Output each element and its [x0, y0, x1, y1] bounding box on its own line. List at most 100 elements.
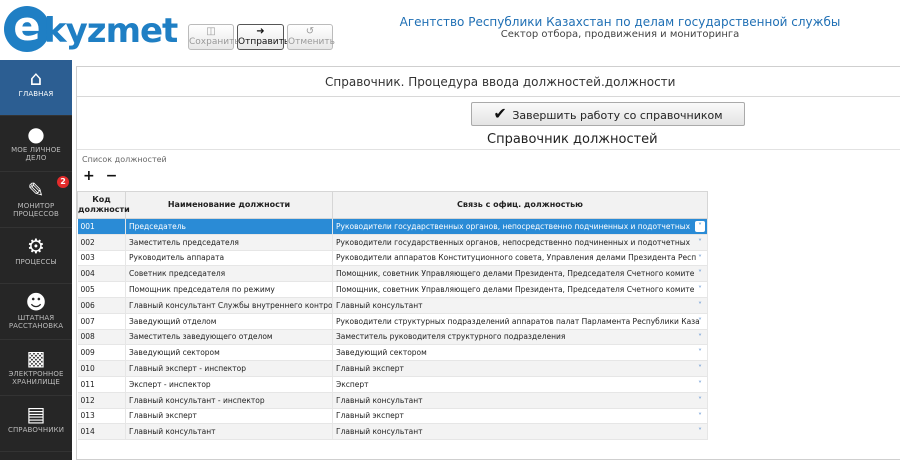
table-row[interactable]: 009 Заведующий сектором Заведующий секторо… — [77, 344, 708, 362]
chevron-down-icon[interactable]: ˅ — [695, 379, 705, 390]
sidebar-item-processes[interactable]: ⚙ ПРОЦЕССЫ — [0, 228, 72, 284]
cell-code[interactable]: 001 — [77, 218, 126, 235]
table-row[interactable]: 011 Эксперт - инспектор Эксперт ˅ — [77, 376, 708, 393]
cell-name[interactable]: Эксперт - инспектор — [125, 376, 333, 393]
cell-name[interactable]: Главный консультант — [125, 423, 333, 441]
cell-code[interactable]: 009 — [77, 344, 126, 362]
cell-assoc[interactable]: Главный консультант ˅ — [332, 423, 708, 441]
table-row[interactable]: 008 Заместитель заведующего отделом Замест… — [77, 329, 708, 346]
cell-name[interactable]: Главный консультант - инспектор — [125, 392, 333, 409]
sidebar-item-label: СПРАВОЧНИКИ — [7, 426, 65, 434]
cell-name[interactable]: Заведующий сектором — [125, 344, 333, 362]
cell-assoc[interactable]: Помощник, советник Управляющего делами П… — [332, 265, 708, 283]
table-row[interactable]: 014 Главный консультант Главный консультан… — [77, 423, 708, 441]
table-row[interactable]: 007 Заведующий отделом Руководители структ… — [77, 313, 708, 330]
kyzmet-logo: e kyzmet — [4, 2, 178, 58]
sidebar-item-my-file[interactable]: ● МОЕ ЛИЧНОЕ ДЕЛО — [0, 116, 72, 172]
save-button[interactable]: ◫ Сохранить — [188, 24, 240, 50]
table-row[interactable]: 006 Главный консультант Службы внутреннег… — [77, 297, 708, 314]
cell-assoc[interactable]: Главный консультант ˅ — [332, 297, 708, 314]
table-row[interactable]: 001 Председатель Руководители государствен… — [77, 218, 708, 235]
cell-assoc[interactable]: Руководители аппаратов Конституционного … — [332, 250, 708, 267]
sidebar-item-label: ШТАТНАЯ РАССТАНОВКА — [8, 314, 64, 330]
cell-code[interactable]: 012 — [77, 392, 126, 409]
finish-directory-button[interactable]: ✔ Завершить работу со справочником — [471, 102, 745, 126]
table-row[interactable]: 010 Главный эксперт - инспектор Главный эк… — [77, 360, 708, 377]
cell-name[interactable]: Главный эксперт - инспектор — [125, 360, 333, 377]
table-row[interactable]: 012 Главный консультант - инспектор Главны… — [77, 392, 708, 409]
cell-name[interactable]: Председатель — [125, 218, 333, 235]
cell-code[interactable]: 008 — [77, 329, 126, 346]
chevron-down-icon[interactable]: ˅ — [695, 253, 705, 264]
top-bar: e kyzmet ◫ Сохранить ➜ Отправить ↺ Отмен… — [0, 0, 900, 60]
chevron-down-icon[interactable]: ˅ — [695, 411, 705, 422]
chevron-down-icon[interactable]: ˅ — [695, 221, 705, 232]
cell-assoc[interactable]: Главный эксперт ˅ — [332, 360, 708, 377]
cell-assoc-text: Эксперт — [336, 379, 369, 389]
chevron-down-icon[interactable]: ˅ — [695, 363, 705, 374]
cell-name[interactable]: Советник председателя — [125, 265, 333, 283]
cell-code[interactable]: 013 — [77, 408, 126, 425]
page-title: Справочник должностей — [487, 132, 658, 147]
cell-name[interactable]: Главный эксперт — [125, 408, 333, 425]
add-row-button[interactable]: + — [83, 168, 95, 184]
cell-code[interactable]: 007 — [77, 313, 126, 330]
sidebar-item-directories[interactable]: ▤ СПРАВОЧНИКИ — [0, 396, 72, 452]
column-header-name[interactable]: Наименование должности — [125, 191, 333, 219]
cell-assoc[interactable]: Главный консультант ˅ — [332, 392, 708, 409]
cell-assoc[interactable]: Заместитель руководителя структурного по… — [332, 329, 708, 346]
cell-assoc[interactable]: Эксперт ˅ — [332, 376, 708, 393]
chevron-down-icon[interactable]: ˅ — [695, 316, 705, 327]
sidebar-item-storage[interactable]: ▩ ЭЛЕКТРОННОЕ ХРАНИЛИЩЕ — [0, 340, 72, 396]
book-icon: ▤ — [26, 402, 46, 426]
table-row[interactable]: 013 Главный эксперт Главный эксперт ˅ — [77, 408, 708, 425]
cell-assoc[interactable]: Руководители структурных подразделений а… — [332, 313, 708, 330]
cell-assoc-text: Главный консультант — [336, 427, 423, 437]
cell-name[interactable]: Помощник председателя по режиму — [125, 281, 333, 298]
cell-assoc-text: Руководители аппаратов Конституционного … — [336, 253, 697, 263]
cell-code[interactable]: 004 — [77, 265, 126, 283]
cell-assoc[interactable]: Главный эксперт ˅ — [332, 408, 708, 425]
cell-code[interactable]: 005 — [77, 281, 126, 298]
cell-name[interactable]: Руководитель аппарата — [125, 250, 333, 267]
table-row[interactable]: 002 Заместитель председателя Руководители … — [77, 234, 708, 251]
chevron-down-icon[interactable]: ˅ — [695, 268, 705, 279]
cell-name[interactable]: Заместитель заведующего отделом — [125, 329, 333, 346]
cancel-button[interactable]: ↺ Отменить — [287, 24, 335, 50]
chevron-down-icon[interactable]: ˅ — [695, 332, 705, 343]
chevron-down-icon[interactable]: ˅ — [695, 300, 705, 311]
send-button[interactable]: ➜ Отправить — [237, 24, 289, 50]
cell-assoc-text: Заведующий сектором — [336, 348, 427, 358]
cell-code[interactable]: 003 — [77, 250, 126, 267]
user-icon: ● — [27, 122, 45, 146]
chevron-down-icon[interactable]: ˅ — [695, 426, 705, 437]
remove-row-button[interactable]: − — [106, 168, 118, 184]
cell-assoc[interactable]: Заведующий сектором ˅ — [332, 344, 708, 362]
chevron-down-icon[interactable]: ˅ — [695, 237, 705, 248]
chevron-down-icon[interactable]: ˅ — [695, 395, 705, 406]
cell-assoc-text: Руководители структурных подразделений а… — [336, 316, 700, 326]
cell-name[interactable]: Главный консультант Службы внутреннего к… — [125, 297, 333, 314]
column-header-assoc[interactable]: Связь с офиц. должностью — [332, 191, 708, 219]
cell-code[interactable]: 006 — [77, 297, 126, 314]
cell-assoc[interactable]: Помощник, советник Управляющего делами П… — [332, 281, 708, 298]
cell-assoc-text: Главный консультант — [336, 300, 423, 310]
cell-assoc[interactable]: Руководители государственных органов, не… — [332, 218, 708, 235]
column-header-code[interactable]: Код должности — [77, 191, 130, 219]
cell-assoc-text: Главный консультант — [336, 395, 423, 405]
sidebar-item-staffing[interactable]: ☻ ШТАТНАЯ РАССТАНОВКА — [0, 284, 72, 340]
sidebar-item-home[interactable]: ⌂ ГЛАВНАЯ — [0, 60, 72, 116]
table-row[interactable]: 004 Советник председателя Помощник, советн… — [77, 265, 708, 283]
cell-code[interactable]: 014 — [77, 423, 126, 441]
cell-name[interactable]: Заместитель председателя — [125, 234, 333, 251]
table-row[interactable]: 005 Помощник председателя по режиму Помощн… — [77, 281, 708, 298]
cell-name[interactable]: Заведующий отделом — [125, 313, 333, 330]
cell-code[interactable]: 010 — [77, 360, 126, 377]
cancel-button-label: Отменить — [288, 37, 335, 47]
chevron-down-icon[interactable]: ˅ — [695, 284, 705, 295]
chevron-down-icon[interactable]: ˅ — [695, 347, 705, 358]
cell-code[interactable]: 002 — [77, 234, 126, 251]
table-row[interactable]: 003 Руководитель аппарата Руководители апп… — [77, 250, 708, 267]
cell-code[interactable]: 011 — [77, 376, 126, 393]
cell-assoc[interactable]: Руководители государственных органов, не… — [332, 234, 708, 251]
